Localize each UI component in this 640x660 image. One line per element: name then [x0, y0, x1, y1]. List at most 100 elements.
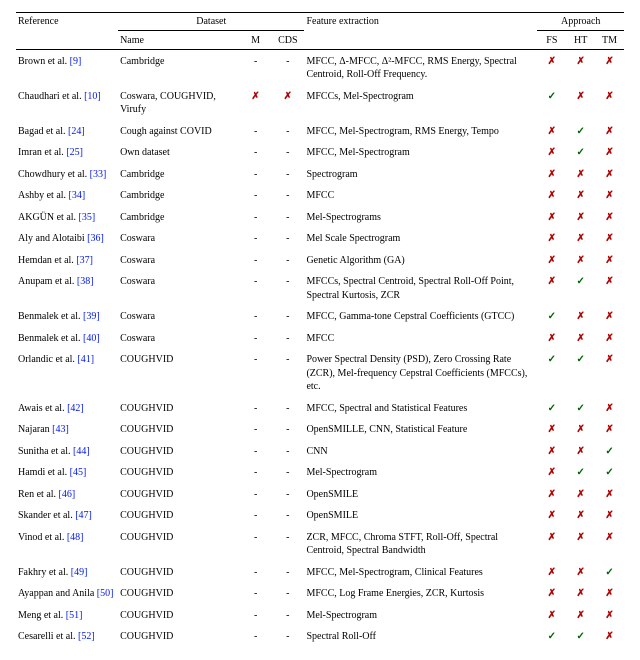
cell-m: - — [240, 121, 271, 143]
table-row: Benmalek et al. [39]Coswara--MFCC, Gamma… — [16, 306, 624, 328]
cross-icon: ✗ — [548, 233, 556, 244]
cell-feature: CNN — [304, 441, 537, 463]
cell-reference: Orlandic et al. [41] — [16, 349, 118, 398]
cell-fs: ✗ — [537, 164, 566, 186]
author-text: AKGÜN et al. — [18, 212, 76, 223]
citation-link[interactable]: [10] — [84, 91, 101, 102]
cell-feature: Genetic Algorithm (GA) — [304, 250, 537, 272]
cell-dataset-name: COUGHVID — [118, 527, 240, 562]
cell-reference: Chowdhury et al. [33] — [16, 164, 118, 186]
cell-reference: Chaudhari et al. [10] — [16, 86, 118, 121]
citation-link[interactable]: [50] — [97, 588, 114, 599]
author-text: Cesarelli et al. — [18, 631, 75, 642]
cell-feature: MFCC, Mel-Spectrogram — [304, 142, 537, 164]
cell-fs: ✗ — [537, 562, 566, 584]
dash: - — [286, 147, 289, 158]
citation-link[interactable]: [49] — [71, 567, 88, 578]
cell-cds: - — [271, 306, 304, 328]
citation-link[interactable]: [25] — [66, 147, 83, 158]
dash: - — [254, 255, 257, 266]
dash: - — [286, 255, 289, 266]
cell-tm: ✗ — [595, 228, 624, 250]
citation-link[interactable]: [33] — [90, 169, 107, 180]
cell-dataset-name: Cambridge — [118, 164, 240, 186]
check-icon: ✓ — [605, 446, 613, 457]
cross-icon: ✗ — [548, 588, 556, 599]
citation-link[interactable]: [38] — [77, 276, 94, 287]
cell-fs: ✗ — [537, 250, 566, 272]
table-body: Brown et al. [9]Cambridge--MFCC, Δ-MFCC,… — [16, 51, 624, 648]
cross-icon: ✗ — [548, 255, 556, 266]
dash: - — [286, 333, 289, 344]
citation-link[interactable]: [45] — [70, 467, 87, 478]
citation-link[interactable]: [35] — [79, 212, 96, 223]
cell-reference: Hamdi et al. [45] — [16, 462, 118, 484]
citation-link[interactable]: [44] — [73, 446, 90, 457]
dash: - — [254, 147, 257, 158]
cell-m: - — [240, 185, 271, 207]
cell-feature: MFCC, Mel-Spectrogram, RMS Energy, Tempo — [304, 121, 537, 143]
citation-link[interactable]: [34] — [69, 190, 86, 201]
check-icon: ✓ — [576, 467, 584, 478]
cell-cds: - — [271, 349, 304, 398]
cell-m: - — [240, 527, 271, 562]
cell-m: - — [240, 441, 271, 463]
cross-icon: ✗ — [548, 56, 556, 67]
cell-tm: ✗ — [595, 207, 624, 229]
table-row: Skander et al. [47]COUGHVID--OpenSMILE✗✗… — [16, 505, 624, 527]
citation-link[interactable]: [46] — [59, 489, 76, 500]
col-header-m: M — [240, 31, 271, 50]
author-text: Ashby et al. — [18, 190, 66, 201]
check-icon: ✓ — [548, 631, 556, 642]
cell-reference: Ayappan and Anila [50] — [16, 583, 118, 605]
dash: - — [254, 403, 257, 414]
citation-link[interactable]: [47] — [75, 510, 92, 521]
cell-fs: ✗ — [537, 121, 566, 143]
cell-fs: ✗ — [537, 419, 566, 441]
cell-tm: ✗ — [595, 527, 624, 562]
citation-link[interactable]: [51] — [66, 610, 83, 621]
author-text: Ayappan and Anila — [18, 588, 94, 599]
cross-icon: ✗ — [605, 190, 613, 201]
cell-m: - — [240, 462, 271, 484]
citation-link[interactable]: [48] — [67, 532, 84, 543]
cell-fs: ✗ — [537, 605, 566, 627]
citation-link[interactable]: [39] — [83, 311, 100, 322]
cell-reference: Najaran [43] — [16, 419, 118, 441]
dash: - — [286, 532, 289, 543]
cell-fs: ✗ — [537, 441, 566, 463]
cross-icon: ✗ — [548, 567, 556, 578]
cell-reference: Benmalek et al. [40] — [16, 328, 118, 350]
table-row: Orlandic et al. [41]COUGHVID--Power Spec… — [16, 349, 624, 398]
dash: - — [286, 567, 289, 578]
cross-icon: ✗ — [605, 311, 613, 322]
cell-feature: MFCCs, Mel-Spectrogram — [304, 86, 537, 121]
check-icon: ✓ — [576, 631, 584, 642]
citation-link[interactable]: [24] — [68, 126, 85, 137]
cell-reference: AKGÜN et al. [35] — [16, 207, 118, 229]
cell-tm: ✗ — [595, 398, 624, 420]
citation-link[interactable]: [52] — [78, 631, 95, 642]
citation-link[interactable]: [36] — [87, 233, 104, 244]
cell-ht: ✗ — [566, 527, 595, 562]
dash: - — [254, 489, 257, 500]
cell-feature: MFCC, Gamma-tone Cepstral Coefficients (… — [304, 306, 537, 328]
cell-fs: ✗ — [537, 583, 566, 605]
citation-link[interactable]: [41] — [77, 354, 94, 365]
citation-link[interactable]: [42] — [67, 403, 84, 414]
cell-tm: ✗ — [595, 142, 624, 164]
cell-dataset-name: Cambridge — [118, 207, 240, 229]
cell-tm: ✗ — [595, 484, 624, 506]
dash: - — [254, 212, 257, 223]
citation-link[interactable]: [43] — [52, 424, 69, 435]
cell-cds: - — [271, 398, 304, 420]
cell-m: - — [240, 250, 271, 272]
cross-icon: ✗ — [548, 126, 556, 137]
cell-ht: ✗ — [566, 419, 595, 441]
citation-link[interactable]: [9] — [70, 56, 82, 67]
cell-reference: Ren et al. [46] — [16, 484, 118, 506]
citation-link[interactable]: [40] — [83, 333, 100, 344]
cross-icon: ✗ — [548, 446, 556, 457]
cell-dataset-name: COUGHVID — [118, 484, 240, 506]
citation-link[interactable]: [37] — [76, 255, 93, 266]
